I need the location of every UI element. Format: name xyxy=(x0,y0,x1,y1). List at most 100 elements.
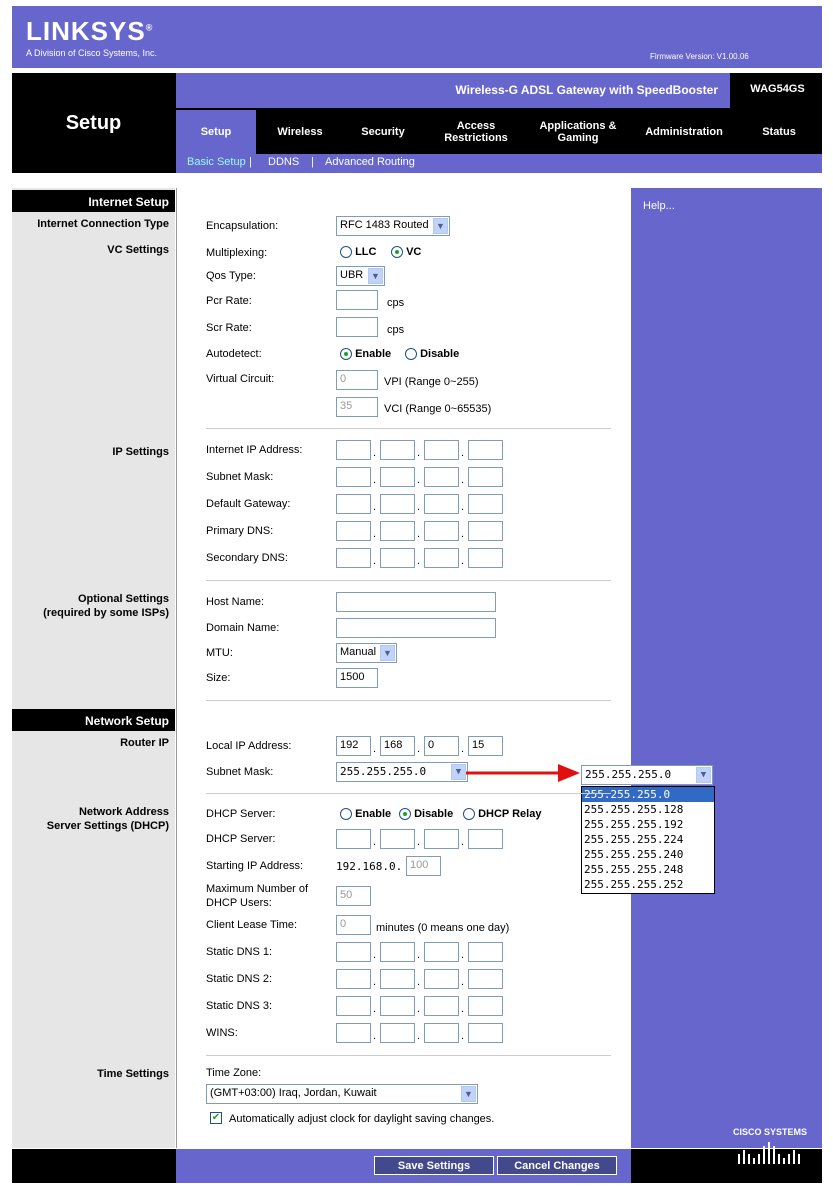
tab-wireless[interactable]: Wireless xyxy=(260,110,340,154)
dropdown-option[interactable]: 255.255.255.0 xyxy=(582,787,714,802)
local-ip-octet-2[interactable]: 168 xyxy=(380,736,415,756)
mux-vc-radio[interactable]: VC xyxy=(391,246,421,259)
dropdown-option[interactable]: 255.255.255.224 xyxy=(582,832,714,847)
tab-applications-gaming[interactable]: Applications & Gaming xyxy=(530,110,626,154)
dropdown-option[interactable]: 255.255.255.252 xyxy=(582,877,714,892)
vci-input[interactable]: 35 xyxy=(336,397,378,417)
default-gateway-octet-2[interactable] xyxy=(380,494,415,514)
static-dns-3-octet-1[interactable] xyxy=(336,996,371,1016)
ip-dot: . xyxy=(373,976,377,988)
default-gateway-octet-3[interactable] xyxy=(424,494,459,514)
dropdown-option[interactable]: 255.255.255.192 xyxy=(582,817,714,832)
dhcp-enable-radio[interactable]: Enable xyxy=(340,808,391,821)
tab-status[interactable]: Status xyxy=(740,110,818,154)
encapsulation-select[interactable]: RFC 1483 Routed ▼ xyxy=(336,216,450,236)
static-dns-2-octet-2[interactable] xyxy=(380,969,415,989)
primary-dns-octet-2[interactable] xyxy=(380,521,415,541)
dhcp-server-ip-octet-4[interactable] xyxy=(468,829,503,849)
max-users-label-2: DHCP Users: xyxy=(206,897,272,909)
static-dns-1-octet-4[interactable] xyxy=(468,942,503,962)
tab-security[interactable]: Security xyxy=(343,110,423,154)
local-ip-octet-4[interactable]: 15 xyxy=(468,736,503,756)
autodetect-enable-radio[interactable]: Enable xyxy=(340,348,391,361)
chevron-down-icon: ▼ xyxy=(696,767,711,783)
subnav-ddns[interactable]: DDNS xyxy=(268,156,299,168)
help-link[interactable]: Help... xyxy=(643,200,675,212)
static-dns-3-octet-2[interactable] xyxy=(380,996,415,1016)
tab-access-restrictions[interactable]: Access Restrictions xyxy=(430,110,522,154)
static-dns-2-label: Static DNS 2: xyxy=(206,973,273,985)
internet-ip-octet-2[interactable] xyxy=(380,440,415,460)
size-label: Size: xyxy=(206,672,231,684)
subnet-mask-octet-3[interactable] xyxy=(424,467,459,487)
wins-octet-1[interactable] xyxy=(336,1023,371,1043)
mtu-size-input[interactable]: 1500 xyxy=(336,668,378,688)
static-dns-2-octet-1[interactable] xyxy=(336,969,371,989)
save-settings-button[interactable]: Save Settings xyxy=(374,1156,494,1175)
secondary-dns-octet-3[interactable] xyxy=(424,548,459,568)
dhcp-relay-radio[interactable]: DHCP Relay xyxy=(463,808,541,821)
autodetect-disable-radio[interactable]: Disable xyxy=(405,348,459,361)
wins-octet-4[interactable] xyxy=(468,1023,503,1043)
static-dns-1-octet-3[interactable] xyxy=(424,942,459,962)
scr-unit: cps xyxy=(387,324,405,336)
static-dns-2-octet-4[interactable] xyxy=(468,969,503,989)
dhcp-server-ip-octet-3[interactable] xyxy=(424,829,459,849)
subnav-separator: | xyxy=(249,156,252,168)
tab-setup[interactable]: Setup xyxy=(176,110,256,154)
static-dns-1-octet-1[interactable] xyxy=(336,942,371,962)
wins-octet-3[interactable] xyxy=(424,1023,459,1043)
dropdown-option[interactable]: 255.255.255.240 xyxy=(582,847,714,862)
internet-ip-octet-3[interactable] xyxy=(424,440,459,460)
subnet-dropdown-select[interactable]: 255.255.255.0 ▼ xyxy=(581,765,713,785)
qos-select[interactable]: UBR ▼ xyxy=(336,266,385,286)
secondary-dns-octet-4[interactable] xyxy=(468,548,503,568)
scr-input[interactable] xyxy=(336,317,378,337)
subnet-mask-octet-4[interactable] xyxy=(468,467,503,487)
subnav-advanced-routing[interactable]: Advanced Routing xyxy=(325,156,415,168)
lease-time-input[interactable]: 0 xyxy=(336,915,371,935)
host-name-input[interactable] xyxy=(336,592,496,612)
secondary-dns-octet-2[interactable] xyxy=(380,548,415,568)
dropdown-option[interactable]: 255.255.255.128 xyxy=(582,802,714,817)
router-subnet-select[interactable]: 255.255.255.0 ▼ xyxy=(336,762,468,782)
dropdown-option[interactable]: 255.255.255.248 xyxy=(582,862,714,877)
static-dns-2-octet-3[interactable] xyxy=(424,969,459,989)
cancel-changes-button[interactable]: Cancel Changes xyxy=(497,1156,617,1175)
mux-llc-radio[interactable]: LLC xyxy=(340,246,376,259)
dhcp-server-ip-octet-1[interactable] xyxy=(336,829,371,849)
local-ip-octet-3[interactable]: 0 xyxy=(424,736,459,756)
tab-administration[interactable]: Administration xyxy=(636,110,732,154)
internet-ip-octet-4[interactable] xyxy=(468,440,503,460)
primary-dns-octet-1[interactable] xyxy=(336,521,371,541)
default-gateway-octet-1[interactable] xyxy=(336,494,371,514)
local-ip-octet-1[interactable]: 192 xyxy=(336,736,371,756)
ip-dot: . xyxy=(461,836,465,848)
secondary-dns-octet-1[interactable] xyxy=(336,548,371,568)
starting-ip-input[interactable]: 100 xyxy=(406,856,441,876)
dst-checkbox[interactable]: ✔ xyxy=(210,1112,222,1124)
domain-name-input[interactable] xyxy=(336,618,496,638)
primary-dns-octet-4[interactable] xyxy=(468,521,503,541)
static-dns-3-octet-4[interactable] xyxy=(468,996,503,1016)
internet-ip-octet-1[interactable] xyxy=(336,440,371,460)
max-users-input[interactable]: 50 xyxy=(336,886,371,906)
static-dns-1-octet-2[interactable] xyxy=(380,942,415,962)
firmware-version: Firmware Version: V1.00.06 xyxy=(650,52,749,61)
ip-dot: . xyxy=(373,555,377,567)
vpi-input[interactable]: 0 xyxy=(336,370,378,390)
dhcp-disable-radio[interactable]: Disable xyxy=(399,808,453,821)
starting-ip-prefix: 192.168.0. xyxy=(336,860,403,873)
primary-dns-octet-3[interactable] xyxy=(424,521,459,541)
dhcp-server-ip-octet-2[interactable] xyxy=(380,829,415,849)
time-zone-select[interactable]: (GMT+03:00) Iraq, Jordan, Kuwait ▼ xyxy=(206,1084,478,1104)
subnet-mask-octet-2[interactable] xyxy=(380,467,415,487)
subnav-basic-setup[interactable]: Basic Setup xyxy=(187,156,246,168)
pcr-input[interactable] xyxy=(336,290,378,310)
mtu-select[interactable]: Manual ▼ xyxy=(336,643,397,663)
static-dns-3-octet-3[interactable] xyxy=(424,996,459,1016)
subnet-mask-octet-1[interactable] xyxy=(336,467,371,487)
default-gateway-octet-4[interactable] xyxy=(468,494,503,514)
wins-octet-2[interactable] xyxy=(380,1023,415,1043)
ip-dot: . xyxy=(461,743,465,755)
